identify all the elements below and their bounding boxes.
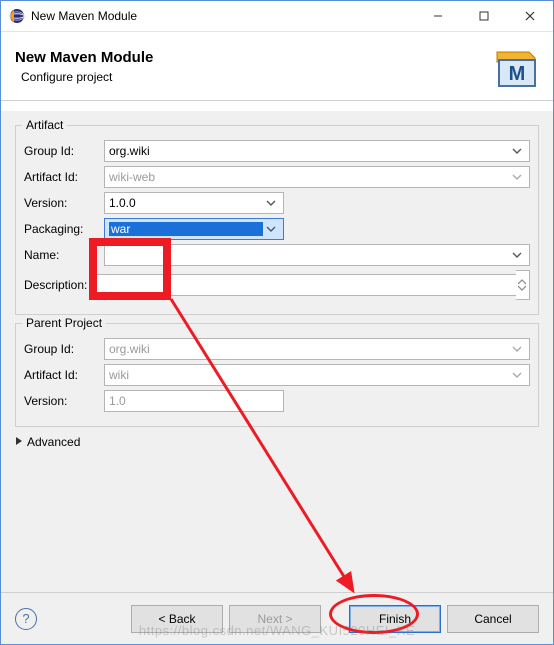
chevron-down-icon: [263, 198, 279, 208]
triangle-right-icon: [15, 435, 23, 449]
parent-group-id-value: org.wiki: [109, 342, 509, 356]
chevron-down-icon: [509, 370, 525, 380]
description-field[interactable]: [91, 274, 517, 296]
artifact-id-combo[interactable]: wiki-web: [104, 166, 530, 188]
chevron-down-icon: [509, 250, 525, 260]
description-label: Description:: [24, 278, 91, 292]
parent-version-label: Version:: [24, 394, 104, 408]
parent-group-id-combo[interactable]: org.wiki: [104, 338, 530, 360]
parent-group-id-label: Group Id:: [24, 342, 104, 356]
title-bar: New Maven Module: [1, 1, 553, 32]
advanced-label: Advanced: [27, 435, 80, 449]
window: New Maven Module New Maven Module Config…: [0, 0, 554, 645]
banner-separator: [1, 100, 553, 101]
parent-legend: Parent Project: [22, 316, 106, 330]
packaging-label: Packaging:: [24, 222, 104, 236]
maven-icon: M: [491, 42, 539, 90]
artifact-fieldset: Artifact Group Id: org.wiki Artifact Id:…: [15, 125, 539, 315]
parent-artifact-id-label: Artifact Id:: [24, 368, 104, 382]
maximize-button[interactable]: [461, 1, 507, 31]
artifact-legend: Artifact: [22, 118, 67, 132]
name-label: Name:: [24, 248, 104, 262]
description-scroll[interactable]: [516, 270, 530, 300]
group-id-label: Group Id:: [24, 144, 104, 158]
minimize-button[interactable]: [415, 1, 461, 31]
page-subtitle: Configure project: [21, 70, 491, 84]
chevron-down-icon: [509, 146, 525, 156]
page-title: New Maven Module: [15, 49, 491, 66]
parent-fieldset: Parent Project Group Id: org.wiki Artifa…: [15, 323, 539, 427]
chevron-down-icon: [263, 224, 279, 234]
svg-text:M: M: [509, 63, 526, 85]
chevron-down-icon: [509, 172, 525, 182]
form-body: Artifact Group Id: org.wiki Artifact Id:…: [1, 111, 553, 592]
packaging-combo[interactable]: war: [104, 218, 284, 240]
packaging-value: war: [109, 222, 263, 236]
watermark: https://blog.csdn.net/WANG_KUI520HEI_KE: [1, 623, 553, 638]
group-id-combo[interactable]: org.wiki: [104, 140, 530, 162]
parent-artifact-id-combo[interactable]: wiki: [104, 364, 530, 386]
parent-artifact-id-value: wiki: [109, 368, 509, 382]
banner: New Maven Module Configure project M: [1, 32, 553, 100]
close-button[interactable]: [507, 1, 553, 31]
window-buttons: [415, 1, 553, 31]
advanced-toggle[interactable]: Advanced: [15, 435, 539, 449]
window-title: New Maven Module: [31, 9, 415, 23]
artifact-id-value: wiki-web: [109, 170, 509, 184]
version-label: Version:: [24, 196, 104, 210]
chevron-down-icon: [509, 344, 525, 354]
version-value: 1.0.0: [109, 196, 263, 210]
eclipse-icon: [9, 8, 25, 24]
name-combo[interactable]: [104, 244, 530, 266]
artifact-id-label: Artifact Id:: [24, 170, 104, 184]
version-combo[interactable]: 1.0.0: [104, 192, 284, 214]
group-id-value: org.wiki: [109, 144, 509, 158]
parent-version-field[interactable]: [104, 390, 284, 412]
